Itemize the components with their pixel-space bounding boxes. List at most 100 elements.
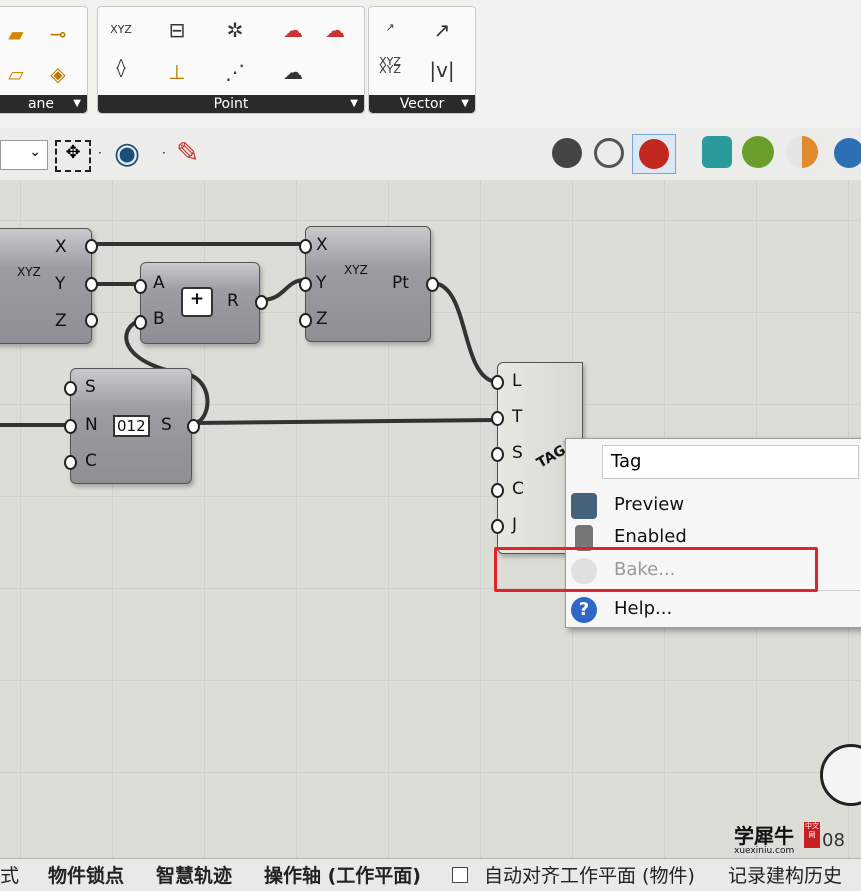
vector-icon[interactable]: ↗ [425, 13, 459, 47]
sphere-icon[interactable] [834, 138, 861, 168]
ribbon: ▰ ⊸ ▱ ◈ ane▼ XYZ⋀ ⋁XYZ ⊟ ⊥ ✲ ⋰ ☁ ☁ ☁ Poi… [0, 0, 861, 128]
canvas-toolbar: ⌄ ✥ · ◉ · ✎ [0, 128, 861, 181]
status-bar: 式 物件锁点 智慧轨迹 操作轴 (工作平面) 自动对齐工作平面 (物件) 记录建… [0, 858, 861, 891]
plane-icon[interactable]: ▰ [0, 17, 33, 51]
point-panel-label[interactable]: Point ▼ [98, 95, 364, 113]
input-grip[interactable] [134, 279, 147, 294]
point-panel: XYZ⋀ ⋁XYZ ⊟ ⊥ ✲ ⋰ ☁ ☁ ☁ Point▼ [97, 6, 365, 114]
deconstruct-icon: XYZ [17, 265, 41, 279]
plane-align-icon[interactable]: ⊸ [41, 17, 75, 51]
input-label: J [512, 515, 518, 535]
deconstruct-component[interactable]: XYZ X Y Z [0, 228, 98, 344]
status-item-gumball[interactable]: 操作轴 (工作平面) [264, 861, 421, 888]
addition-component[interactable]: A B + R [134, 262, 268, 344]
preview-icon [571, 493, 597, 519]
input-label: A [153, 273, 165, 293]
output-grip[interactable] [187, 419, 200, 434]
input-label: C [85, 451, 97, 471]
watermark-logo: 学犀牛 中文网 xuexiniu.com 08 [734, 820, 858, 860]
input-label: B [153, 309, 165, 329]
input-grip[interactable] [299, 277, 312, 292]
preview-wireframe-icon[interactable] [552, 138, 582, 168]
status-item-autocplane[interactable]: 自动对齐工作平面 (物件) [484, 861, 695, 888]
series-component[interactable]: S N C 012 S [64, 368, 200, 484]
input-grip[interactable] [491, 375, 504, 390]
zoom-dropdown[interactable]: ⌄ [0, 140, 48, 170]
construct-point-icon: XYZ [344, 263, 368, 277]
watermark-badge: 中文网 [804, 822, 820, 848]
addition-icon: + [181, 287, 213, 317]
point-align-icon[interactable]: ⊥ [160, 55, 194, 89]
vector-deconstruct-icon[interactable]: XYZ→ [373, 53, 407, 110]
output-grip[interactable] [85, 313, 98, 328]
output-grip[interactable] [85, 277, 98, 292]
highlight-box [494, 547, 818, 592]
output-grip[interactable] [85, 239, 98, 254]
input-label: N [85, 415, 98, 435]
status-item[interactable]: 式 [0, 861, 19, 888]
vector-amplitude-icon[interactable]: |v| [425, 53, 459, 87]
menu-item-label: Enabled [614, 526, 687, 547]
autocplane-checkbox[interactable] [452, 867, 468, 883]
plane-panel-label[interactable]: ane ▼ [0, 95, 87, 113]
plane-rotate-icon[interactable]: ◈ [41, 57, 75, 91]
preview-shaded-icon[interactable] [594, 138, 624, 168]
cloud-add-icon[interactable]: ☁ [276, 55, 310, 89]
output-grip[interactable] [255, 295, 268, 310]
input-grip[interactable] [299, 239, 312, 254]
input-grip[interactable] [491, 483, 504, 498]
input-label: Y [316, 273, 327, 293]
input-grip[interactable] [491, 519, 504, 534]
plane-offset-icon[interactable]: ▱ [0, 57, 33, 91]
status-item-smarttrack[interactable]: 智慧轨迹 [156, 861, 232, 888]
zoom-extents-icon[interactable]: ✥ [55, 140, 91, 172]
cloud-remove-icon[interactable]: ☁ [318, 13, 352, 47]
input-label: X [316, 235, 328, 255]
eye-icon[interactable]: ◉ [114, 136, 140, 171]
name-field[interactable]: Tag [602, 445, 859, 479]
status-item-history[interactable]: 记录建构历史 [728, 861, 842, 888]
chevron-down-icon: ⌄ [29, 144, 41, 160]
vector-xyz-icon[interactable]: ↗ XYZ [373, 11, 407, 68]
vector-panel-label[interactable]: Vector ▼ [369, 95, 475, 113]
output-label: S [161, 415, 172, 435]
preview-settings-icon[interactable] [742, 136, 774, 168]
construct-point-component[interactable]: X Y Z XYZ Pt [299, 226, 439, 342]
output-label: Z [55, 311, 67, 331]
input-label: S [85, 377, 96, 397]
output-label: X [55, 237, 67, 257]
input-grip[interactable] [64, 455, 77, 470]
input-label: T [512, 407, 523, 427]
preview-selected-button[interactable] [632, 134, 676, 174]
grid-icon[interactable]: ⊟ [160, 13, 194, 47]
input-grip[interactable] [299, 313, 312, 328]
wire-s [194, 418, 498, 425]
output-label: R [227, 291, 239, 311]
series-icon: 012 [113, 415, 150, 437]
context-menu: Tag Preview Enabled Bake... ? Help... [565, 438, 861, 628]
graph-icon[interactable]: ⋰ [218, 55, 252, 89]
chevron-down-icon[interactable]: · [162, 146, 166, 160]
status-item-osnap[interactable]: 物件锁点 [48, 861, 124, 888]
xyz-deconstruct-icon[interactable]: XYZ ⋀ [104, 13, 138, 70]
watermark-name: 学犀牛 [734, 824, 794, 848]
display-mode-icon[interactable] [786, 136, 818, 168]
sketch-pen-icon[interactable]: ✎ [176, 136, 199, 169]
xyz-construct-icon[interactable]: ⋁XYZ [104, 55, 138, 112]
preview-selected-icon [639, 139, 669, 169]
output-grip[interactable] [426, 277, 439, 292]
menu-item-preview[interactable]: Preview [566, 491, 861, 521]
output-label: Y [55, 274, 66, 294]
name-field-value: Tag [611, 451, 642, 472]
input-grip[interactable] [491, 411, 504, 426]
vector-panel: ↗XYZ ↗ XYZ→ |v| Vector▼ [368, 6, 476, 114]
input-grip[interactable] [134, 315, 147, 330]
input-grip[interactable] [491, 447, 504, 462]
cloud-icon[interactable]: ☁ [276, 13, 310, 47]
chevron-down-icon[interactable]: · [98, 146, 102, 160]
input-grip[interactable] [64, 419, 77, 434]
network-icon[interactable]: ✲ [218, 13, 252, 47]
menu-item-help[interactable]: ? Help... [566, 595, 861, 625]
input-grip[interactable] [64, 381, 77, 396]
document-preview-icon[interactable] [702, 136, 732, 168]
